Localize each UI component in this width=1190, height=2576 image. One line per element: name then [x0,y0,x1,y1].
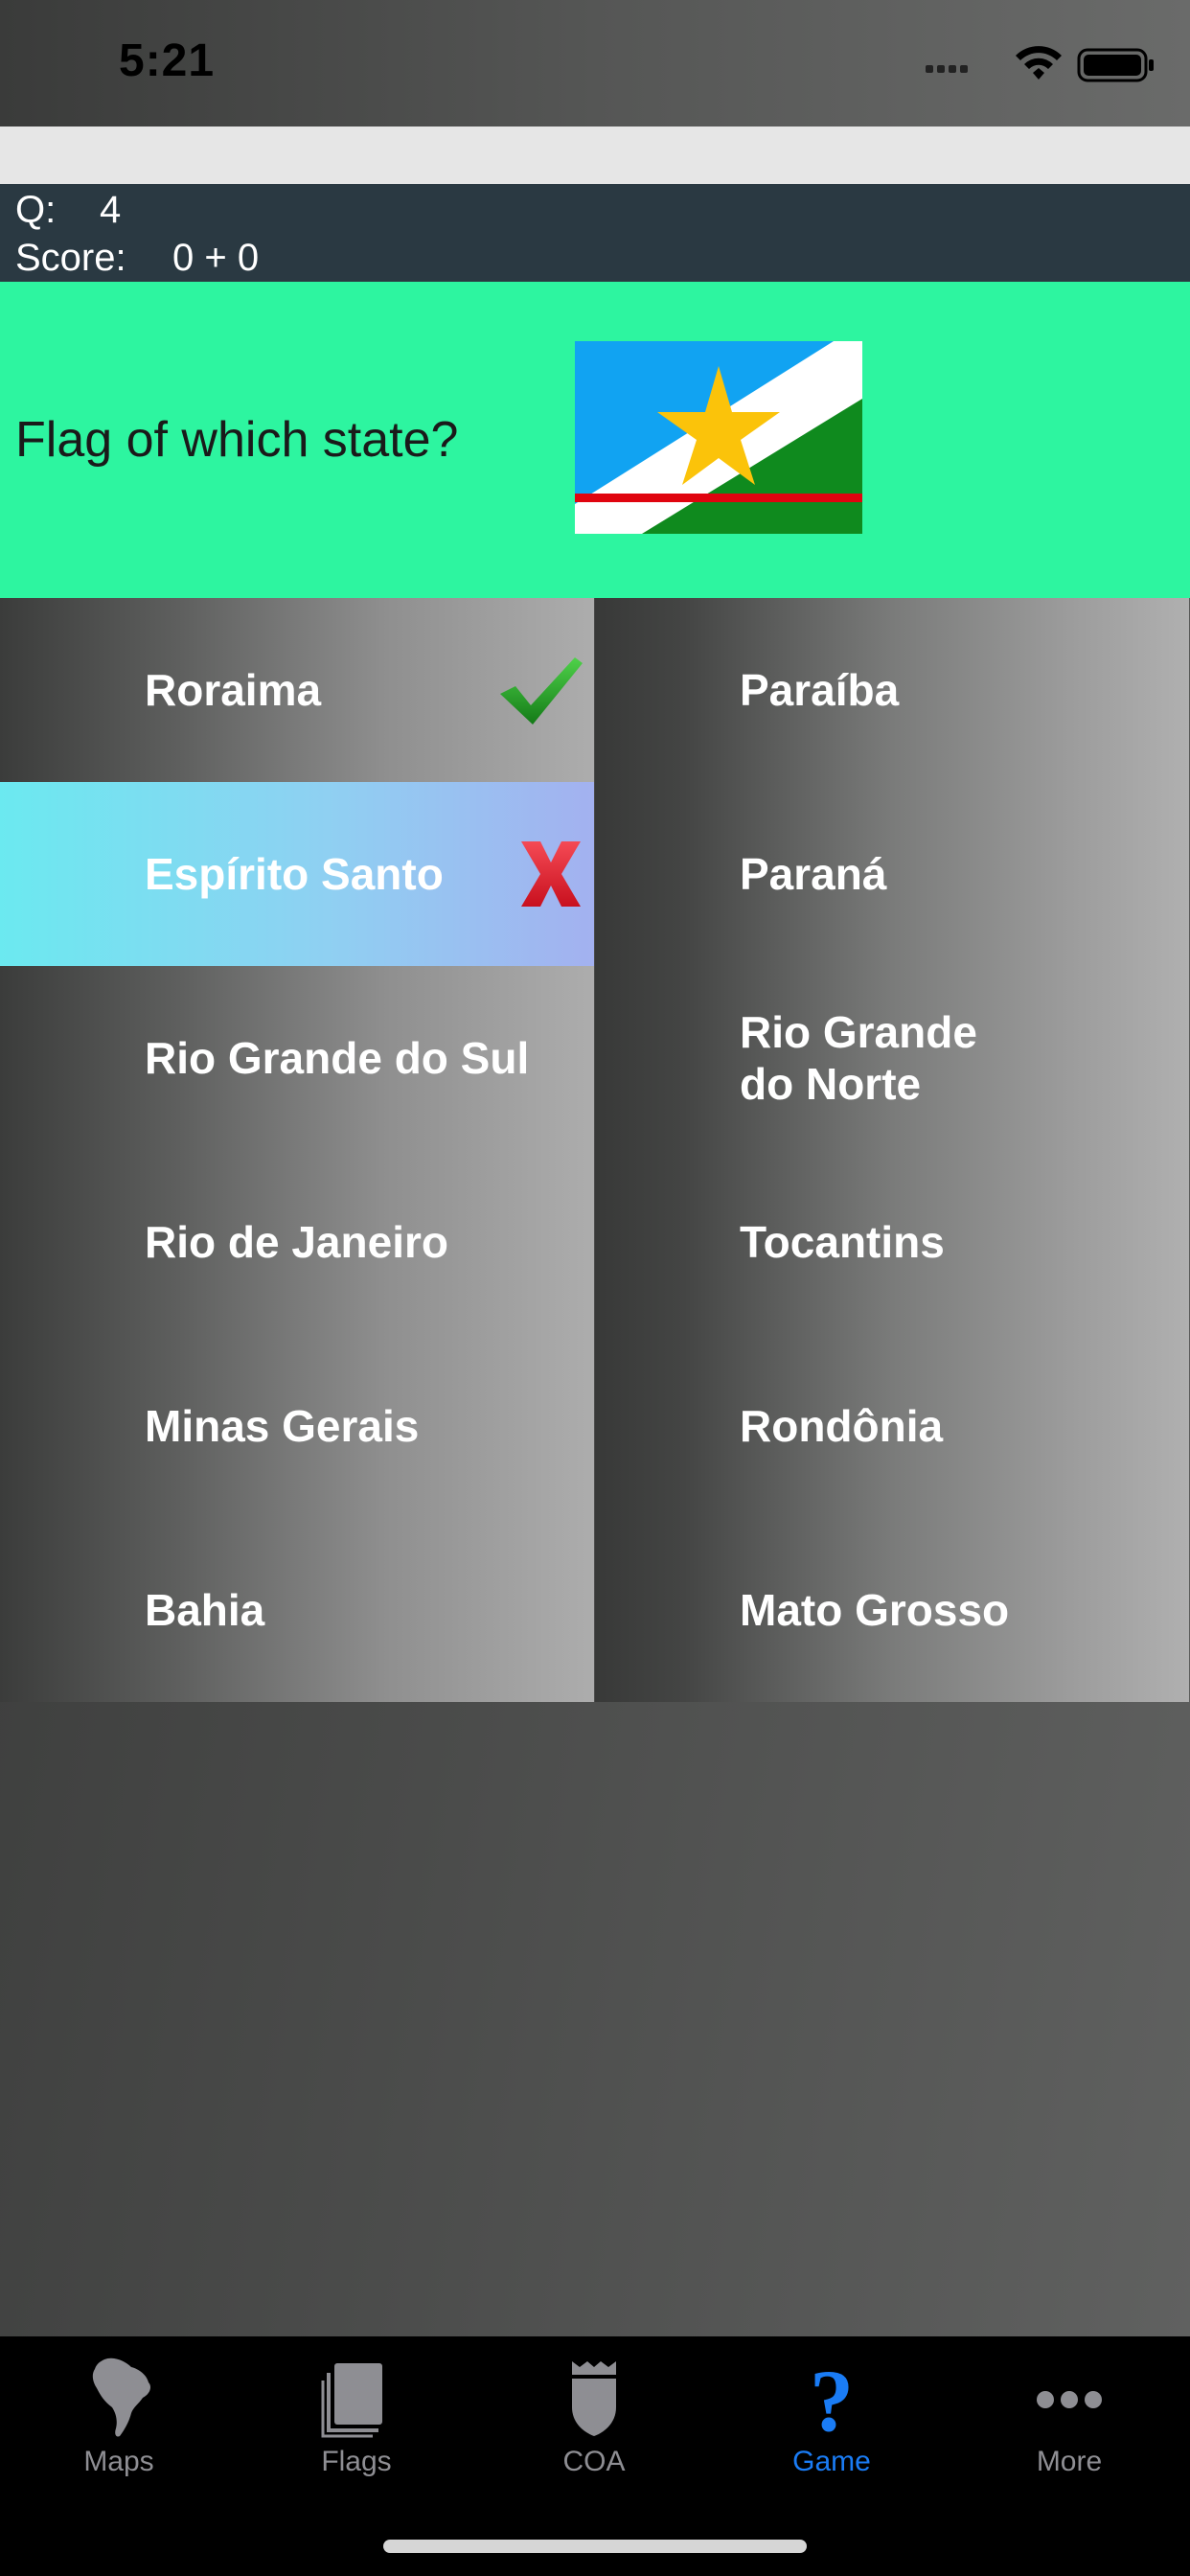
score-row: Score: 0 + 0 [15,234,259,282]
answer-left-4[interactable]: Rio de Janeiro [0,1150,594,1334]
answer-right-6[interactable]: Mato Grosso [595,1518,1189,1702]
answer-left-6[interactable]: Bahia [0,1518,594,1702]
tab-maps[interactable]: Maps [0,2346,238,2490]
tab-game-label: Game [792,2446,871,2477]
tab-more-label: More [1036,2446,1103,2477]
answer-right-2[interactable]: Paraná [595,782,1189,966]
score-panel: Q: 4 Score: 0 + 0 [0,184,1190,282]
question-icon: ? [810,2354,854,2440]
more-icon [1037,2391,1102,2408]
answer-left-5[interactable]: Minas Gerais [0,1334,594,1518]
answer-right-5[interactable]: Rondônia [595,1334,1189,1518]
answer-label: Mato Grosso [740,1585,1010,1635]
flags-icon [321,2363,382,2438]
answer-grid: Roraima Espírito Santo Rio Grande do Sul… [0,598,1190,1702]
answer-label: Minas Gerais [145,1401,420,1451]
answer-left-3[interactable]: Rio Grande do Sul [0,966,594,1150]
tab-flags-label: Flags [321,2446,392,2477]
answer-label: Paraíba [740,665,900,715]
question-number-value: 4 [100,189,122,231]
answer-label: Rio Grande do Sul [145,1033,530,1083]
cellular-signal-icon [926,65,968,73]
tab-flags[interactable]: Flags [238,2346,475,2490]
score-label: Score: [15,237,126,279]
tab-game[interactable]: ? Game [713,2346,950,2490]
correct-check-icon [500,657,583,724]
answer-right-3[interactable]: Rio Grande do Norte [595,966,1189,1150]
question-text: Flag of which state? [15,412,459,468]
wrong-x-icon [521,841,581,907]
home-indicator [383,2540,807,2553]
south-america-icon [92,2358,150,2437]
battery-icon [1077,48,1154,82]
status-icons [926,46,1154,82]
score-value: 0 + 0 [172,237,260,279]
answer-label: Rio Grande do Norte [740,1007,977,1109]
tab-coa[interactable]: COA [475,2346,713,2490]
tab-coa-label: COA [562,2446,626,2477]
answer-right-1[interactable]: Paraíba [595,598,1189,782]
answer-right-4[interactable]: Tocantins [595,1150,1189,1334]
question-number-row: Q: 4 [15,186,121,234]
status-time: 5:21 [119,35,216,86]
answer-label: Bahia [145,1585,265,1635]
answer-label: Tocantins [740,1217,945,1267]
answer-label: Espírito Santo [145,849,444,899]
wifi-icon [1016,46,1062,80]
status-bar: 5:21 [0,0,1190,126]
navigation-bar [0,126,1190,184]
answer-left-2[interactable]: Espírito Santo [0,782,594,966]
svg-text:?: ? [810,2354,854,2440]
answer-label: Rondônia [740,1401,944,1451]
answer-left-1[interactable]: Roraima [0,598,594,782]
tab-more[interactable]: More [950,2346,1188,2490]
question-panel: Flag of which state? [0,282,1190,598]
question-number-label: Q: [15,189,57,231]
flag-image [575,341,862,534]
answer-label: Paraná [740,849,887,899]
answer-label: Rio de Janeiro [145,1217,448,1267]
shield-icon [572,2361,616,2436]
tab-maps-label: Maps [83,2446,154,2477]
flag-red-stripe [575,494,862,502]
